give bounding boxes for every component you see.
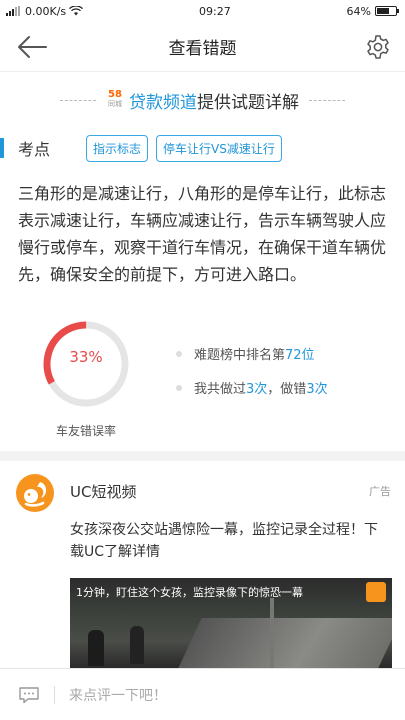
- page-title: 查看错题: [168, 39, 237, 59]
- rank-value: 72位: [285, 348, 315, 363]
- bullet-dot: [176, 350, 182, 357]
- tag-stop-vs-yield[interactable]: 停车让行VS减速让行: [156, 134, 282, 162]
- error-rate-caption: 车友错误率: [55, 424, 116, 438]
- ad-text[interactable]: 女孩深夜公交站遇惊险一幕，监控记录全过程！下载UC了解详情: [70, 519, 390, 563]
- video-caption: 1分钟，盯住这个女孩，监控录像下的惊恐一幕: [76, 586, 303, 599]
- ad-advertiser-name[interactable]: UC短视频: [70, 481, 136, 502]
- network-speed: 0.00K/s: [25, 4, 67, 18]
- tag-indicator-sign[interactable]: 指示标志: [86, 134, 149, 162]
- done-value: 3次: [246, 382, 268, 397]
- ad-video-thumbnail[interactable]: 1分钟，盯住这个女孩，监控录像下的惊恐一幕: [70, 578, 392, 668]
- keypoint-row: 考点 指示标志 停车让行VS减速让行: [0, 130, 405, 166]
- section-divider: [0, 451, 405, 461]
- keypoint-accent-bar: [0, 138, 4, 158]
- done-prefix: 我共做过: [194, 382, 247, 397]
- explanation-text: 三角形的是减速让行，八角形的是停车让行，此标志表示减速让行，车辆应减速让行，告示…: [18, 184, 387, 284]
- signal-icon: [6, 6, 20, 16]
- status-time: 09:27: [199, 4, 231, 18]
- wrong-prefix: ，做错: [267, 382, 307, 397]
- uc-avatar: [16, 474, 54, 512]
- ad-badge: 广告: [369, 485, 391, 498]
- status-left: 0.00K/s: [6, 4, 84, 18]
- gear-icon[interactable]: [365, 34, 391, 60]
- ad-card[interactable]: UC短视频 广告 女孩深夜公交站遇惊险一幕，监控记录全过程！下载UC了解详情 1…: [0, 461, 405, 701]
- provider-brand[interactable]: 贷款频道: [129, 88, 197, 113]
- comment-icon: [19, 686, 39, 703]
- rank-line: 难题榜中排名第 72位: [176, 344, 315, 363]
- divider-left: [60, 99, 96, 101]
- comment-bar[interactable]: 来点评一下吧！: [0, 668, 405, 720]
- nav-bar: 查看错题: [0, 22, 405, 72]
- squirrel-icon: [24, 482, 47, 507]
- divider-right: [309, 99, 345, 101]
- battery-percent: 64%: [346, 4, 371, 18]
- status-right: 64%: [346, 4, 399, 18]
- error-rate-value: 33%: [69, 348, 103, 366]
- wifi-icon: [69, 6, 84, 16]
- status-bar: 0.00K/s 09:27 64%: [0, 0, 405, 22]
- comment-separator: [54, 685, 55, 704]
- rank-prefix: 难题榜中排名第: [194, 348, 286, 363]
- keypoint-label: 考点: [18, 140, 51, 159]
- comment-input[interactable]: 来点评一下吧！: [69, 685, 167, 705]
- 58-logo-icon: 58 同城: [108, 89, 122, 108]
- back-arrow-icon[interactable]: [16, 34, 48, 60]
- provider-suffix: 提供试题详解: [197, 92, 299, 113]
- attempts-line: 我共做过 3次 ，做错 3次: [176, 378, 328, 397]
- battery-icon: [375, 6, 399, 16]
- bullet-dot: [176, 384, 182, 391]
- stats-section: 33% 车友错误率 难题榜中排名第 72位 我共做过 3次 ，做错 3次: [0, 318, 405, 443]
- wrong-value: 3次: [306, 382, 328, 397]
- uc-logo-icon: [366, 582, 386, 602]
- provider-text[interactable]: 58 同城 贷款频道 提供试题详解: [106, 88, 299, 113]
- provider-banner: 58 同城 贷款频道 提供试题详解: [0, 72, 405, 128]
